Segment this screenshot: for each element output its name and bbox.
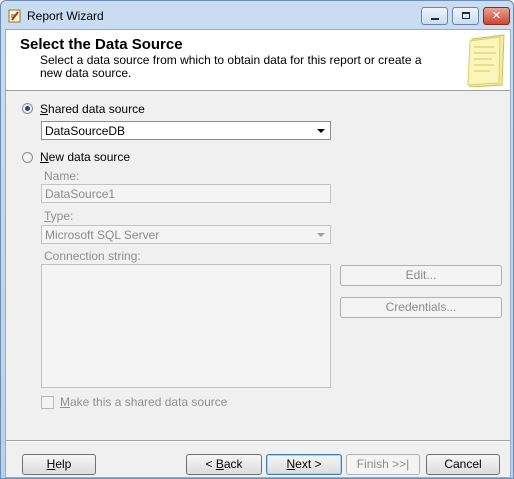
minimize-icon	[431, 18, 439, 20]
back-prefix: <	[205, 457, 216, 471]
type-access-key: T	[44, 209, 51, 223]
next-button[interactable]: Next >	[266, 454, 342, 475]
help-button[interactable]: Help	[22, 454, 96, 475]
report-wizard-window: Report Wizard ✕ Select the Data Source S…	[0, 0, 514, 479]
chevron-down-icon	[317, 129, 325, 133]
connection-string-field[interactable]	[41, 264, 331, 388]
title-bar[interactable]: Report Wizard ✕	[1, 1, 513, 29]
make-shared-label[interactable]: Make this a shared data source	[60, 395, 227, 409]
type-label-text: ype:	[50, 209, 74, 223]
edit-button-label: Edit...	[405, 268, 437, 282]
make-shared-access-key: M	[60, 395, 70, 409]
new-label-text: ew data source	[48, 150, 131, 164]
back-access-key: B	[215, 457, 224, 471]
credentials-button[interactable]: Credentials...	[340, 297, 502, 318]
close-icon: ✕	[491, 10, 502, 22]
minimize-button[interactable]	[421, 7, 448, 25]
wizard-body: Select the Data Source Select a data sou…	[5, 29, 511, 478]
shared-label-text: hared data source	[48, 102, 145, 116]
type-dropdown[interactable]: Microsoft SQL Server	[41, 225, 331, 244]
chevron-down-icon	[317, 233, 325, 237]
help-label: elp	[55, 457, 72, 471]
cancel-label: Cancel	[444, 457, 482, 471]
wizard-header: Select the Data Source Select a data sou…	[6, 30, 510, 91]
back-label: ack	[223, 457, 243, 471]
make-shared-label-text: ake this a shared data source	[70, 395, 228, 409]
make-shared-checkbox[interactable]	[41, 396, 54, 409]
finish-label: Finish >>|	[356, 457, 410, 471]
next-label: ext >	[295, 457, 322, 471]
shared-access-key: S	[40, 102, 49, 116]
page-description: Select a data source from which to obtai…	[40, 53, 422, 80]
report-page-icon	[467, 34, 505, 87]
window-title: Report Wizard	[27, 9, 104, 23]
cancel-button[interactable]: Cancel	[426, 454, 500, 475]
name-field-value: DataSource1	[45, 187, 116, 201]
close-button[interactable]: ✕	[483, 7, 510, 25]
shared-data-source-dropdown[interactable]: DataSourceDB	[41, 121, 331, 140]
footer-divider	[6, 440, 510, 442]
shared-data-source-radio[interactable]	[22, 103, 33, 114]
new-access-key: N	[40, 150, 49, 164]
connection-string-label: Connection string:	[44, 249, 141, 263]
credentials-button-label: Credentials...	[385, 300, 457, 314]
report-wizard-icon	[8, 9, 21, 23]
type-value: Microsoft SQL Server	[45, 228, 160, 242]
new-data-source-radio[interactable]	[22, 152, 33, 163]
maximize-button[interactable]	[452, 7, 479, 25]
finish-button[interactable]: Finish >>|	[346, 454, 420, 475]
name-field[interactable]: DataSource1	[41, 184, 331, 203]
page-title: Select the Data Source	[20, 36, 183, 53]
edit-button[interactable]: Edit...	[340, 265, 502, 286]
type-label: Type:	[44, 209, 73, 223]
shared-data-source-value: DataSourceDB	[45, 124, 126, 138]
back-button[interactable]: < Back	[186, 454, 262, 475]
shared-data-source-label[interactable]: Shared data source	[40, 102, 145, 116]
maximize-icon	[462, 12, 470, 19]
name-label: Name:	[44, 169, 80, 183]
new-data-source-label[interactable]: New data source	[40, 150, 130, 164]
next-access-key: N	[286, 457, 296, 471]
